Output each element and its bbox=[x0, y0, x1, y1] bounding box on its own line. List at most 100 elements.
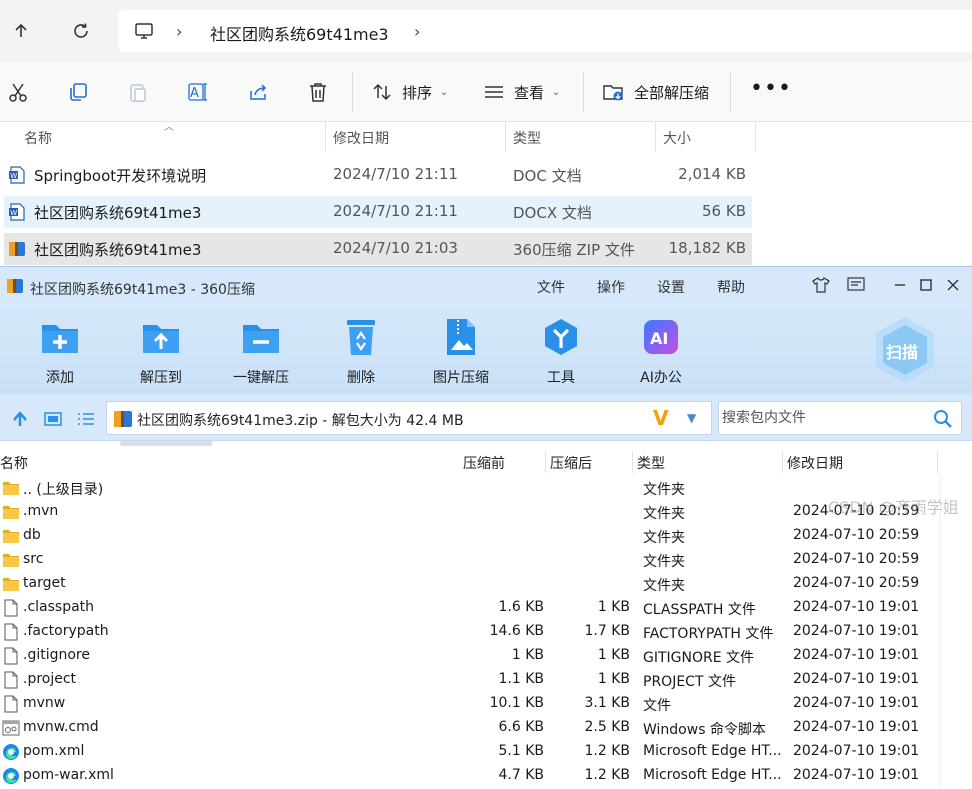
zip-entry-row[interactable]: src 文件夹 2024-07-10 20:59 bbox=[0, 548, 940, 572]
up-arrow-icon[interactable] bbox=[8, 18, 34, 44]
entry-size-before: 1 KB bbox=[511, 647, 544, 663]
zip-entry-row[interactable]: mvnw 10.1 KB 3.1 KB 文件 2024-07-10 19:01 bbox=[0, 692, 940, 716]
zip-entry-row[interactable]: .mvn 文件夹 2024-07-10 20:59 bbox=[0, 500, 940, 524]
entry-name: mvnw bbox=[23, 695, 66, 711]
zip-entry-row[interactable]: .. (上级目录) 文件夹 bbox=[0, 476, 940, 500]
search-icon[interactable] bbox=[933, 409, 953, 429]
file-type: 360压缩 ZIP 文件 bbox=[513, 241, 635, 259]
explorer-file-row[interactable]: W 社区团购系统69t41me3 2024/7/10 21:11 DOCX 文档 56 … bbox=[4, 196, 752, 228]
more-options-icon[interactable]: ••• bbox=[750, 76, 792, 101]
zip-entry-row[interactable]: pom-war.xml 4.7 KB 1.2 KB Microsoft Edge HT… bbox=[0, 764, 940, 788]
zip-entry-row[interactable]: .project 1.1 KB 1 KB PROJECT 文件 2024-07-10 1… bbox=[0, 668, 940, 692]
column-size[interactable]: 大小 bbox=[663, 128, 691, 148]
zip-title-bar: 社区团购系统69t41me3 - 360压缩 文件 操作 设置 帮助 bbox=[0, 267, 972, 303]
zip-entry-row[interactable]: db 文件夹 2024-07-10 20:59 bbox=[0, 524, 940, 548]
chevron-right-icon[interactable]: › bbox=[414, 22, 420, 41]
watermark: CSDN @齐雨学姐 bbox=[828, 498, 959, 517]
entry-type: GITIGNORE 文件 bbox=[643, 650, 755, 666]
image-compress-button[interactable]: 图片压缩 bbox=[421, 317, 501, 387]
zip-column-before[interactable]: 压缩前 bbox=[463, 453, 505, 473]
file-size: 56 KB bbox=[702, 202, 746, 220]
file-modified: 2024/7/10 21:11 bbox=[333, 202, 458, 220]
skin-shirt-icon[interactable] bbox=[810, 275, 832, 295]
zip-entry-row[interactable]: .classpath 1.6 KB 1 KB CLASSPATH 文件 2024-07-… bbox=[0, 596, 940, 620]
ai-office-button[interactable]: AI AI办公 bbox=[621, 317, 701, 387]
command-bar: A 排序 ⌄ 查看 ⌄ 全部解压缩 ••• bbox=[0, 62, 972, 122]
one-click-extract-button[interactable]: 一键解压 bbox=[221, 317, 301, 387]
menu-settings[interactable]: 设置 bbox=[657, 277, 685, 297]
refresh-icon[interactable] bbox=[68, 18, 94, 44]
breadcrumb[interactable]: 社区团购系统69t41me3 bbox=[210, 21, 389, 45]
entry-modified: 2024-07-10 20:59 bbox=[793, 575, 920, 591]
zip-column-header: 名称 压缩前 压缩后 类型 修改日期 bbox=[0, 449, 972, 475]
sort-icon bbox=[373, 83, 391, 101]
explorer-file-row[interactable]: W Springboot开发环境说明 2024/7/10 21:11 DOC 文档 2,… bbox=[4, 159, 752, 191]
entry-name: .factorypath bbox=[23, 623, 109, 639]
entry-size-after: 1 KB bbox=[597, 647, 630, 663]
rename-icon[interactable]: A bbox=[186, 80, 210, 104]
computer-icon[interactable] bbox=[134, 21, 154, 45]
address-bar[interactable]: › 社区团购系统69t41me3 › bbox=[118, 10, 972, 52]
copy-icon[interactable] bbox=[66, 80, 90, 104]
zip-entry-row[interactable]: mvnw.cmd 6.6 KB 2.5 KB Windows 命令脚本 2024-07-… bbox=[0, 716, 940, 740]
entry-type: FACTORYPATH 文件 bbox=[643, 626, 774, 642]
zip-entry-row[interactable]: pom.xml 5.1 KB 1.2 KB Microsoft Edge HT... 2… bbox=[0, 740, 940, 764]
zip-path-field[interactable]: 社区团购系统69t41me3.zip - 解包大小为 42.4 MB V ▼ bbox=[106, 401, 712, 435]
message-icon[interactable] bbox=[845, 275, 867, 295]
menu-file[interactable]: 文件 bbox=[537, 277, 565, 297]
cut-icon[interactable] bbox=[6, 80, 30, 104]
maximize-icon[interactable] bbox=[915, 275, 937, 295]
view-list-icon[interactable] bbox=[76, 409, 96, 429]
add-button[interactable]: 添加 bbox=[20, 317, 100, 387]
column-name[interactable]: 名称 bbox=[24, 128, 52, 148]
share-icon[interactable] bbox=[246, 80, 270, 104]
v-badge-icon[interactable]: V bbox=[653, 406, 668, 430]
zip-entry-row[interactable]: target 文件夹 2024-07-10 20:59 bbox=[0, 572, 940, 596]
sort-label: 排序 bbox=[402, 83, 433, 102]
entry-size-after: 1.7 KB bbox=[584, 623, 631, 639]
explorer-file-row[interactable]: 社区团购系统69t41me3 2024/7/10 21:03 360压缩 ZIP 文… bbox=[4, 233, 752, 265]
zip-entry-row[interactable]: .factorypath 14.6 KB 1.7 KB FACTORYPATH 文件 2… bbox=[0, 620, 940, 644]
view-thumbnail-icon[interactable] bbox=[43, 409, 63, 429]
delete-button[interactable]: 删除 bbox=[321, 317, 401, 387]
file-icon bbox=[2, 623, 20, 641]
delete-icon[interactable] bbox=[306, 80, 330, 104]
svg-text:A: A bbox=[190, 86, 199, 101]
zip-column-name[interactable]: 名称 bbox=[0, 453, 28, 473]
zip-entry-row[interactable]: .gitignore 1 KB 1 KB GITIGNORE 文件 2024-07-10… bbox=[0, 644, 940, 668]
entry-name: .classpath bbox=[23, 599, 95, 615]
ai-office-label: AI办公 bbox=[640, 370, 682, 386]
menu-operation[interactable]: 操作 bbox=[597, 277, 625, 297]
up-level-icon[interactable] bbox=[10, 409, 30, 429]
close-icon[interactable] bbox=[942, 275, 964, 295]
one-click-extract-icon bbox=[241, 317, 281, 357]
sort-button[interactable]: 排序 ⌄ bbox=[372, 79, 448, 105]
minimize-icon[interactable] bbox=[889, 275, 911, 295]
edge-icon bbox=[2, 767, 20, 785]
view-button[interactable]: 查看 ⌄ bbox=[484, 79, 560, 105]
folder-icon bbox=[2, 527, 20, 545]
column-type[interactable]: 类型 bbox=[513, 128, 541, 148]
entry-type: Microsoft Edge HT... bbox=[643, 767, 781, 783]
menu-help[interactable]: 帮助 bbox=[717, 277, 745, 297]
zip-column-after[interactable]: 压缩后 bbox=[550, 453, 592, 473]
delete-label: 删除 bbox=[347, 370, 375, 386]
extract-to-button[interactable]: 解压到 bbox=[121, 317, 201, 387]
paste-icon[interactable] bbox=[126, 80, 150, 104]
zip-column-modified[interactable]: 修改日期 bbox=[787, 453, 843, 473]
image-compress-label: 图片压缩 bbox=[433, 370, 489, 386]
vertical-scrollbar[interactable] bbox=[940, 475, 972, 788]
zip-column-type[interactable]: 类型 bbox=[637, 453, 665, 473]
cmd-script-icon bbox=[2, 719, 20, 737]
entry-type: 文件 bbox=[643, 698, 671, 714]
horizontal-scroll-thumb[interactable] bbox=[120, 441, 212, 446]
zip-search-input[interactable] bbox=[722, 408, 922, 428]
dropdown-arrow-icon[interactable]: ▼ bbox=[687, 411, 696, 425]
entry-modified: 2024-07-10 20:59 bbox=[793, 551, 920, 567]
word-docx-icon: W bbox=[8, 203, 26, 221]
tools-button[interactable]: 工具 bbox=[521, 317, 601, 387]
chevron-right-icon[interactable]: › bbox=[176, 22, 182, 41]
scan-button[interactable]: 扫描 bbox=[872, 315, 938, 385]
column-modified[interactable]: 修改日期 bbox=[333, 128, 389, 148]
extract-all-button[interactable]: 全部解压缩 bbox=[602, 79, 709, 105]
